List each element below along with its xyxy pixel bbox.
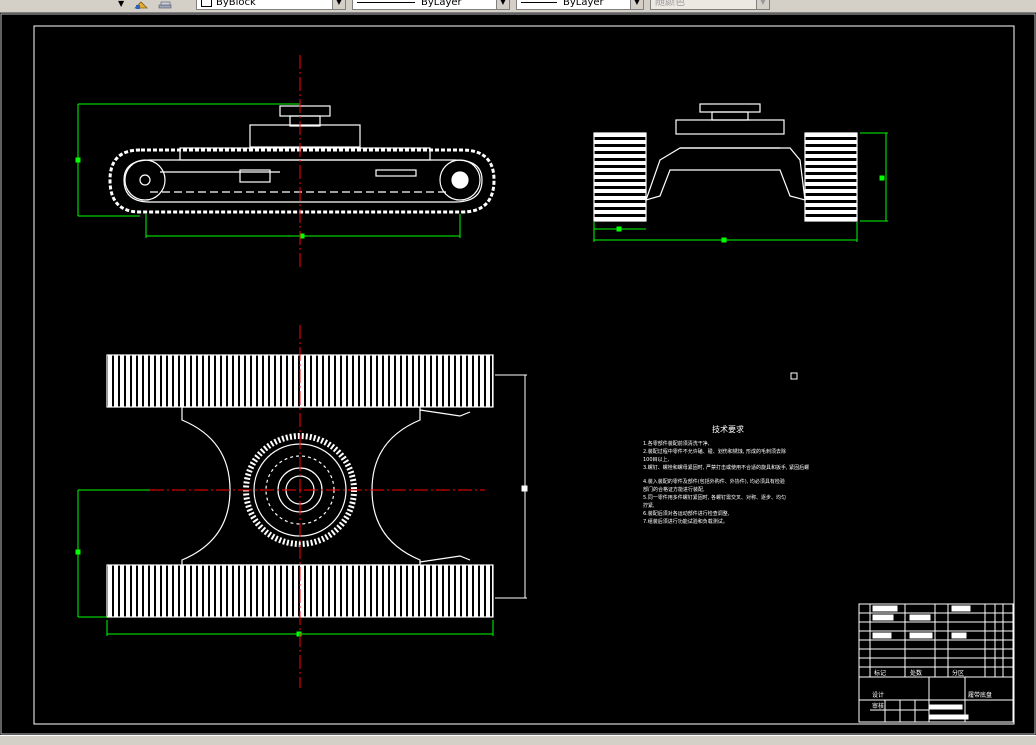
dropdown-arrow-icon[interactable]: ▼ bbox=[118, 0, 128, 10]
chevron-down-icon[interactable]: ▼ bbox=[756, 0, 769, 9]
notes-line-5: 4.装入装配的零件及部件(包括外购件、外协件), 均必须具有检验 bbox=[643, 478, 785, 485]
side-slot bbox=[375, 169, 417, 177]
linetype-combo-value: ByLayer bbox=[421, 0, 462, 8]
color-swatch-icon bbox=[201, 0, 212, 7]
front-left-track bbox=[593, 132, 647, 222]
chevron-down-icon[interactable]: ▼ bbox=[332, 0, 345, 9]
linetype-combo[interactable]: ByLayer ▼ bbox=[352, 0, 510, 10]
notes-line-1: 1.各零部件装配前须清洗干净, bbox=[643, 440, 710, 447]
plotstyle-combo[interactable]: 随颜色 ▼ bbox=[650, 0, 770, 10]
top-view-white-dimension bbox=[495, 374, 528, 599]
title-label-b: 处数 bbox=[910, 669, 922, 677]
notes-line-2: 2.装配过程中零件不允许磕、碰、划伤和锈蚀, 形成的毛刺须去除 bbox=[643, 448, 786, 455]
notes-line-7: 5.同一零件用多件螺钉紧固时, 各螺钉需交叉、对称、逐步、均匀 bbox=[643, 494, 786, 501]
title-block-text: 标记 处数 分区 履带底盘 设计 审核 bbox=[872, 669, 992, 710]
side-turntable-base bbox=[249, 124, 361, 148]
front-right-track bbox=[804, 132, 858, 222]
notes-line-3: 100目以上, bbox=[643, 456, 670, 463]
side-view-dimensions bbox=[75, 103, 461, 239]
cursor-pickbox[interactable] bbox=[790, 372, 798, 380]
front-carbody bbox=[645, 147, 806, 201]
title-sign-b: 审核 bbox=[872, 702, 884, 710]
lineweight-combo-value: ByLayer bbox=[563, 0, 604, 8]
title-sign-a: 设计 bbox=[872, 691, 884, 699]
side-track-inner bbox=[123, 159, 483, 203]
technical-notes: 技术要求 1.各零部件装配前须清洗干净, 2.装配过程中零件不允许磕、碰、划伤和… bbox=[643, 424, 809, 525]
notes-heading: 技术要求 bbox=[712, 424, 744, 434]
properties-toolbar: ▼ ByBlock ▼ ByLayer ▼ ByLayer ▼ 随颜色 ▼ bbox=[0, 0, 1036, 13]
title-label-c: 分区 bbox=[952, 669, 964, 677]
notes-line-8: 拧紧, bbox=[643, 502, 655, 509]
front-slew-neck bbox=[711, 111, 749, 121]
idler-wheel bbox=[124, 159, 166, 201]
idler-hub bbox=[139, 174, 151, 186]
front-slew-ring bbox=[699, 103, 761, 113]
layer-stack-icon[interactable] bbox=[158, 0, 172, 10]
front-turntable bbox=[675, 119, 785, 135]
color-combo[interactable]: ByBlock ▼ bbox=[196, 0, 346, 10]
notes-line-4: 3.螺钉、螺栓和螺母紧固时, 严禁打击或使用不合适的旋具和扳手, 紧固后螺 bbox=[643, 464, 809, 471]
chevron-down-icon[interactable]: ▼ bbox=[630, 0, 643, 9]
chevron-down-icon[interactable]: ▼ bbox=[496, 0, 509, 9]
layer-tool-icon[interactable] bbox=[134, 0, 148, 10]
color-combo-value: ByBlock bbox=[216, 0, 256, 8]
side-track-chain bbox=[108, 148, 496, 214]
side-view bbox=[108, 105, 496, 214]
notes-line-9: 6.装配后须对各运动部件进行检查调整, bbox=[643, 510, 730, 517]
side-slew-ring bbox=[279, 105, 331, 117]
lineweight-sample-icon bbox=[521, 1, 557, 3]
linetype-sample-icon bbox=[357, 1, 415, 3]
lineweight-combo[interactable]: ByLayer ▼ bbox=[516, 0, 644, 10]
notes-line-10: 7.组装后须进行功能试验和负载测试。 bbox=[643, 518, 728, 525]
drawing-name: 履带底盘 bbox=[968, 691, 992, 699]
front-view bbox=[593, 103, 858, 222]
notes-line-6: 部门的合格证方能进行装配, bbox=[643, 486, 705, 493]
plotstyle-combo-value: 随颜色 bbox=[655, 0, 685, 8]
top-bracket-lower bbox=[419, 555, 471, 563]
sprocket-hub bbox=[451, 171, 469, 189]
drawing-canvas[interactable]: 技术要求 1.各零部件装配前须清洗干净, 2.装配过程中零件不允许磕、碰、划伤和… bbox=[0, 13, 1036, 735]
top-bracket-upper bbox=[419, 409, 471, 417]
cad-drawing: 技术要求 1.各零部件装配前须清洗干净, 2.装配过程中零件不允许磕、碰、划伤和… bbox=[0, 13, 1036, 735]
top-carbody bbox=[181, 406, 421, 566]
title-label-a: 标记 bbox=[874, 669, 886, 677]
